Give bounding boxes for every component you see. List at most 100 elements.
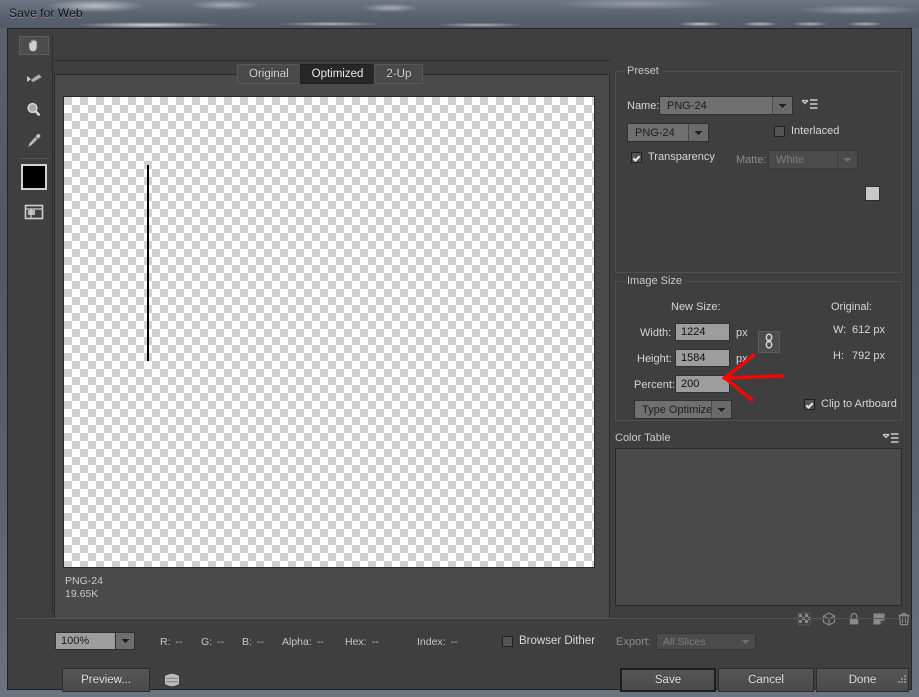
toolbar-divider	[19, 158, 49, 159]
channel-r-label: R:	[160, 636, 171, 648]
zoom-tool[interactable]	[19, 96, 49, 124]
web-shift-cube-icon[interactable]	[822, 612, 836, 629]
checkbox-box	[804, 398, 815, 410]
quality-value: Type Optimized	[642, 403, 719, 416]
transparency-dither-icon[interactable]	[797, 612, 811, 629]
chevron-down-icon	[711, 401, 731, 418]
export-slices-value: All Slices	[662, 635, 706, 648]
eyedropper-tool[interactable]	[19, 126, 49, 154]
hand-tool[interactable]	[19, 36, 49, 55]
foreground-color-swatch[interactable]	[21, 164, 47, 190]
channel-hex-label: Hex:	[345, 636, 367, 648]
export-row: Export: All Slices	[616, 633, 756, 650]
width-input[interactable]: 1224	[675, 323, 730, 341]
preset-name-value: PNG-24	[667, 99, 707, 112]
preset-menu-button[interactable]	[801, 99, 818, 113]
transparency-label: Transparency	[648, 151, 715, 163]
clip-to-artboard-label: Clip to Artboard	[821, 398, 897, 410]
browser-dither-checkbox[interactable]: Browser Dither	[502, 635, 595, 647]
height-unit-label: px	[736, 353, 748, 365]
constrain-proportions-button[interactable]	[758, 331, 780, 353]
matte-value: White	[776, 153, 805, 166]
new-size-label: New Size:	[671, 301, 721, 313]
percent-input[interactable]: 200	[675, 375, 730, 393]
resize-grip[interactable]	[895, 674, 907, 686]
save-button[interactable]: Save	[620, 668, 716, 692]
link-chain-icon	[764, 332, 774, 352]
clip-to-artboard-checkbox[interactable]: Clip to Artboard	[804, 398, 897, 410]
chevron-down-icon	[688, 124, 708, 141]
original-height-value: 792 px	[852, 350, 886, 362]
tab-optimized[interactable]: Optimized	[299, 64, 375, 84]
channel-alpha-label: Alpha:	[282, 636, 312, 648]
preview-button[interactable]: Preview...	[62, 668, 150, 692]
checkbox-box	[774, 125, 785, 137]
original-width-value: 612 px	[852, 324, 886, 336]
save-for-web-window: Save for Web Original Optimized 2-Up PNG…	[0, 0, 919, 697]
checkbox-box	[631, 151, 642, 163]
export-slices-select[interactable]: All Slices	[655, 633, 756, 650]
new-color-icon[interactable]	[872, 612, 886, 629]
eyedropper-icon	[25, 131, 43, 149]
width-unit-label: px	[736, 327, 748, 339]
channel-g-value: --	[217, 636, 225, 648]
matte-select[interactable]: White	[768, 150, 858, 169]
transparency-checkbox[interactable]: Transparency	[631, 151, 715, 163]
window-title: Save for Web	[9, 6, 83, 20]
cancel-button[interactable]: Cancel	[718, 668, 814, 692]
preview-panel: PNG-24 19.65K	[54, 74, 610, 619]
lock-icon[interactable]	[847, 612, 861, 629]
color-table-swatches[interactable]	[615, 448, 902, 606]
tools-palette	[15, 36, 53, 612]
interlaced-checkbox[interactable]: Interlaced	[774, 125, 839, 137]
height-label: Height:	[637, 353, 672, 365]
chevron-down-icon	[731, 635, 754, 648]
browser-preview-globe-icon[interactable]	[163, 673, 181, 687]
channel-b: B: --	[242, 636, 264, 648]
interlaced-label: Interlaced	[791, 125, 840, 137]
file-format-select[interactable]: PNG-24	[627, 123, 709, 142]
optimized-format-label: PNG-24	[65, 575, 103, 587]
preset-name-select[interactable]: PNG-24	[659, 96, 793, 115]
channel-g-label: G:	[201, 636, 213, 648]
channel-r: R: --	[160, 636, 183, 648]
width-label: Width:	[640, 327, 672, 339]
zoom-level-value: 100%	[61, 635, 90, 647]
image-size-group: Image Size New Size: Original: Width: 12…	[615, 275, 902, 421]
height-input[interactable]: 1584	[675, 349, 730, 367]
slices-visibility-icon	[24, 204, 44, 220]
dialog-client-area: Original Optimized 2-Up PNG-24 19.65K Pr…	[7, 28, 912, 692]
delete-color-trash-icon[interactable]	[897, 612, 911, 629]
file-format-value: PNG-24	[635, 126, 675, 139]
image-preview-canvas[interactable]	[63, 96, 595, 568]
matte-label: Matte:	[736, 154, 767, 166]
quality-select[interactable]: Type Optimized	[634, 400, 732, 419]
status-divider	[15, 618, 906, 619]
tab-2up[interactable]: 2-Up	[374, 64, 424, 84]
tab-original[interactable]: Original	[237, 64, 300, 84]
width-value: 1224	[681, 326, 706, 338]
channel-hex: Hex: --	[345, 636, 379, 648]
tabs-rule	[54, 60, 610, 61]
chevron-down-icon	[772, 97, 792, 114]
preset-group: Preset Name: PNG-24 PNG-24 Interlaced Tr…	[615, 65, 902, 273]
zoom-level-select[interactable]: 100%	[55, 632, 135, 650]
titlebar-glass-streak	[0, 20, 919, 28]
original-size-label: Original:	[831, 301, 872, 313]
preset-name-label: Name:	[627, 100, 660, 112]
color-table-menu-button[interactable]	[882, 433, 899, 447]
browser-dither-label: Browser Dither	[519, 635, 596, 647]
toggle-slices-visibility-tool[interactable]	[19, 198, 49, 226]
channel-alpha: Alpha: --	[282, 636, 324, 648]
magnifier-icon	[25, 101, 43, 119]
chevron-down-icon	[115, 633, 134, 649]
slice-select-tool[interactable]	[19, 66, 49, 94]
matte-color-swatch[interactable]	[865, 186, 880, 201]
original-width-label: W:	[833, 324, 847, 336]
optimization-info: PNG-24 19.65K	[65, 575, 103, 601]
export-label: Export:	[616, 635, 651, 648]
channel-alpha-value: --	[316, 636, 324, 648]
channel-b-label: B:	[242, 636, 252, 648]
channel-index-value: --	[450, 636, 458, 648]
channel-hex-value: --	[371, 636, 379, 648]
